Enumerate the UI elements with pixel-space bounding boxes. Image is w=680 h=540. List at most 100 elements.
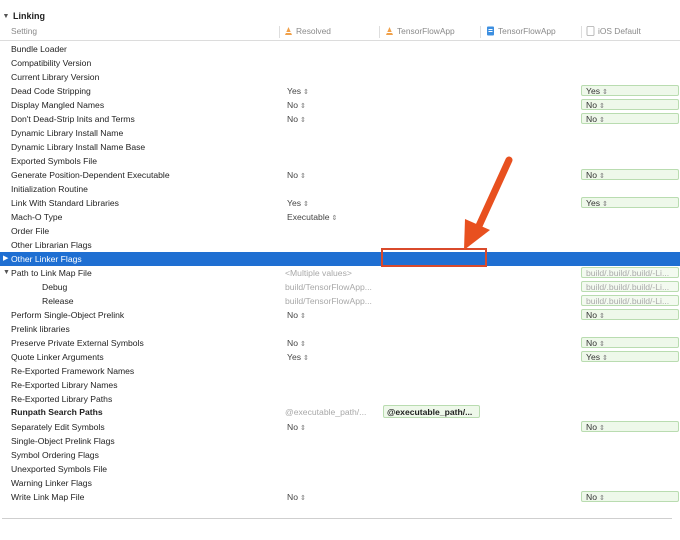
default-value[interactable]: No ⇕	[581, 113, 679, 124]
project-file-icon	[487, 26, 494, 36]
default-value[interactable]: No ⇕	[581, 99, 679, 110]
stepper-icon: ⇕	[599, 495, 605, 502]
setting-label: Dead Code Stripping	[11, 86, 91, 96]
default-value[interactable]: Yes ⇕	[581, 351, 679, 362]
setting-row[interactable]: Write Link Map File No ⇕ No ⇕	[0, 490, 680, 504]
default-value[interactable]: No ⇕	[581, 309, 679, 320]
column-target-app[interactable]: TensorFlowApp	[385, 24, 455, 39]
stepper-icon: ⇕	[599, 173, 605, 180]
setting-row[interactable]: Re-Exported Library Names	[0, 378, 680, 392]
resolved-value[interactable]: build/TensorFlowApp...	[285, 294, 372, 308]
target-value[interactable]: @executable_path/...	[383, 405, 480, 418]
resolved-value[interactable]: No ⇕	[287, 336, 306, 350]
setting-row[interactable]: Other Librarian Flags	[0, 238, 680, 252]
setting-row[interactable]: Generate Position-Dependent Executable N…	[0, 168, 680, 182]
resolved-value[interactable]: No ⇕	[287, 420, 306, 434]
resolved-value[interactable]: Yes ⇕	[287, 84, 309, 98]
column-resolved[interactable]: Resolved	[284, 24, 331, 39]
default-value[interactable]: Yes ⇕	[581, 85, 679, 96]
setting-row[interactable]: Link With Standard Libraries Yes ⇕ Yes ⇕	[0, 196, 680, 210]
setting-row[interactable]: Preserve Private External Symbols No ⇕ No…	[0, 336, 680, 350]
setting-row[interactable]: Re-Exported Library Paths	[0, 392, 680, 406]
setting-label: Runpath Search Paths	[11, 407, 103, 417]
resolved-value[interactable]: <Multiple values>	[285, 266, 352, 280]
stepper-icon: ⇕	[602, 89, 608, 96]
setting-label: Bundle Loader	[11, 44, 67, 54]
column-project[interactable]: TensorFlowApp	[486, 24, 556, 39]
stepper-icon: ⇕	[300, 103, 306, 110]
setting-row[interactable]: Prelink libraries	[0, 322, 680, 336]
setting-row[interactable]: Dynamic Library Install Name Base	[0, 140, 680, 154]
column-divider	[379, 26, 380, 38]
default-value[interactable]: No ⇕	[581, 421, 679, 432]
resolved-value[interactable]: Yes ⇕	[287, 350, 309, 364]
setting-label: Unexported Symbols File	[11, 464, 108, 474]
disclosure-triangle-icon[interactable]: ▼	[3, 266, 10, 280]
default-value[interactable]: No ⇕	[581, 169, 679, 180]
stepper-icon: ⇕	[331, 215, 338, 222]
setting-row[interactable]: Single-Object Prelink Flags	[0, 434, 680, 448]
setting-row[interactable]: Dead Code Stripping Yes ⇕ Yes ⇕	[0, 84, 680, 98]
setting-row[interactable]: Debug build/TensorFlowApp... build/.buil…	[0, 280, 680, 294]
setting-label: Exported Symbols File	[11, 156, 97, 166]
setting-label: Quote Linker Arguments	[11, 352, 104, 362]
setting-row-selected[interactable]: ▶ Other Linker Flags	[0, 252, 680, 266]
default-value[interactable]: build/.build/.build/-Li...	[581, 281, 679, 292]
default-value[interactable]: No ⇕	[581, 337, 679, 348]
setting-label: Display Mangled Names	[11, 100, 105, 110]
stepper-icon: ⇕	[300, 341, 306, 348]
setting-row[interactable]: Perform Single-Object Prelink No ⇕ No ⇕	[0, 308, 680, 322]
setting-label: Debug	[42, 282, 68, 292]
setting-label: Link With Standard Libraries	[11, 198, 119, 208]
default-value[interactable]: build/.build/.build/-Li...	[581, 295, 679, 306]
setting-row[interactable]: Compatibility Version	[0, 56, 680, 70]
setting-label: Current Library Version	[11, 72, 100, 82]
setting-row[interactable]: Release build/TensorFlowApp... build/.bu…	[0, 294, 680, 308]
default-value[interactable]: Yes ⇕	[581, 197, 679, 208]
resolved-value[interactable]: No ⇕	[287, 98, 306, 112]
setting-row[interactable]: Exported Symbols File	[0, 154, 680, 168]
setting-row[interactable]: Current Library Version	[0, 70, 680, 84]
setting-label: Other Librarian Flags	[11, 240, 92, 250]
setting-row[interactable]: Symbol Ordering Flags	[0, 448, 680, 462]
resolved-value[interactable]: No ⇕	[287, 308, 306, 322]
setting-row[interactable]: Unexported Symbols File	[0, 462, 680, 476]
resolved-value[interactable]: No ⇕	[287, 168, 306, 182]
column-target-app-label: TensorFlowApp	[397, 26, 455, 36]
stepper-icon: ⇕	[599, 117, 605, 124]
setting-row[interactable]: Re-Exported Framework Names	[0, 364, 680, 378]
stepper-icon: ⇕	[599, 313, 605, 320]
section-header[interactable]: ▼ Linking	[2, 10, 45, 22]
setting-row[interactable]: Quote Linker Arguments Yes ⇕ Yes ⇕	[0, 350, 680, 364]
column-ios-default[interactable]: iOS Default	[586, 24, 641, 39]
setting-row[interactable]: Bundle Loader	[0, 42, 680, 56]
stepper-icon: ⇕	[300, 425, 306, 432]
column-ios-default-label: iOS Default	[598, 26, 641, 36]
setting-row[interactable]: Separately Edit Symbols No ⇕ No ⇕	[0, 420, 680, 434]
resolved-value[interactable]: @executable_path/...	[285, 405, 366, 419]
default-file-icon	[586, 26, 595, 36]
resolved-value[interactable]: build/TensorFlowApp...	[285, 280, 372, 294]
resolved-value[interactable]: Executable ⇕	[287, 210, 337, 224]
setting-row[interactable]: Warning Linker Flags	[0, 476, 680, 490]
setting-label: Dynamic Library Install Name	[11, 128, 124, 138]
default-value[interactable]: No ⇕	[581, 491, 679, 502]
default-value[interactable]: build/.build/.build/-Li...	[581, 267, 679, 278]
setting-row[interactable]: Order File	[0, 224, 680, 238]
setting-row[interactable]: ▼ Path to Link Map File <Multiple values…	[0, 266, 680, 280]
setting-row[interactable]: Initialization Routine	[0, 182, 680, 196]
setting-row[interactable]: Don't Dead-Strip Inits and Terms No ⇕ No ⇕	[0, 112, 680, 126]
setting-row[interactable]: Mach-O Type Executable ⇕	[0, 210, 680, 224]
disclosure-right-icon[interactable]: ▶	[3, 252, 8, 266]
setting-label: Symbol Ordering Flags	[11, 450, 99, 460]
column-setting[interactable]: Setting	[11, 24, 37, 39]
resolved-value[interactable]: No ⇕	[287, 490, 306, 504]
resolved-value[interactable]: No ⇕	[287, 112, 306, 126]
disclosure-triangle-icon[interactable]: ▼	[2, 13, 10, 20]
resolved-value[interactable]: Yes ⇕	[287, 196, 309, 210]
setting-row[interactable]: Runpath Search Paths @executable_path/..…	[0, 405, 680, 419]
setting-row[interactable]: Dynamic Library Install Name	[0, 126, 680, 140]
setting-row[interactable]: Display Mangled Names No ⇕ No ⇕	[0, 98, 680, 112]
column-resolved-label: Resolved	[296, 26, 331, 36]
section-title: Linking	[13, 11, 45, 21]
